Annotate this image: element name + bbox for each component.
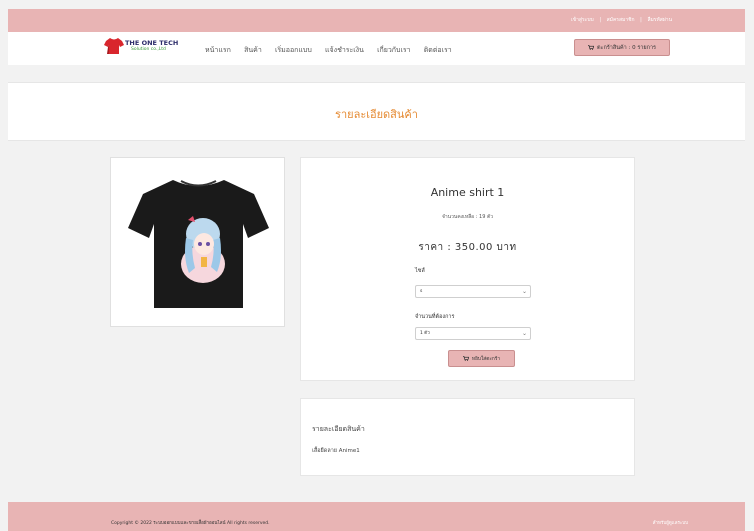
cart-label: ตะกร้าสินค้า : 0 รายการ <box>596 44 657 51</box>
size-select-value: s <box>420 289 423 294</box>
main-menu: หน้าแรก สินค้า เริ่มออกแบบ แจ้งชำระเงิน … <box>205 45 463 56</box>
description-title: รายละเอียดสินค้า <box>312 425 365 433</box>
size-select[interactable]: s ⌄ <box>415 285 531 298</box>
product-name: Anime shirt 1 <box>430 186 505 199</box>
quantity-select[interactable]: 1 ตัว ⌄ <box>415 327 531 340</box>
logo-title: THE ONE TECH <box>125 39 179 47</box>
register-link[interactable]: สมัครสมาชิก <box>607 17 635 23</box>
tshirt-image <box>128 180 269 308</box>
shirt-logo-icon <box>104 38 124 54</box>
add-to-cart-button[interactable]: หยิบใส่ตะกร้า <box>448 350 515 367</box>
page-banner: รายละเอียดสินค้า <box>8 82 745 141</box>
cart-button[interactable]: ตะกร้าสินค้า : 0 รายการ <box>574 39 670 56</box>
menu-item-products[interactable]: สินค้า <box>244 46 262 54</box>
logo-subtitle: Solution co.,Ltd <box>131 47 166 52</box>
shopping-cart-icon <box>587 45 594 50</box>
site-logo[interactable]: THE ONE TECH Solution co.,Ltd <box>104 37 178 57</box>
quantity-label: จำนวนที่ต้องการ <box>415 314 455 320</box>
link-separator: | <box>599 17 601 23</box>
copyright-text: Copyright © 2022 ระบบออกแบบและขายเสื้อผ้… <box>111 521 270 526</box>
link-separator: | <box>640 17 642 23</box>
forgot-password-link[interactable]: ลืมรหัสผ่าน <box>647 17 672 23</box>
size-label: ไซส์ <box>415 268 425 274</box>
menu-item-home[interactable]: หน้าแรก <box>205 46 231 54</box>
page-title: รายละเอียดสินค้า <box>335 108 418 121</box>
chevron-down-icon: ⌄ <box>521 330 527 337</box>
site-footer: Copyright © 2022 ระบบออกแบบและขายเสื้อผ้… <box>8 502 745 531</box>
account-links: เข้าสู่ระบบ | สมัครสมาชิก | ลืมรหัสผ่าน <box>569 16 674 24</box>
description-text: เสื้อยืดลาย Anime1 <box>312 448 360 454</box>
menu-item-about[interactable]: เกี่ยวกับเรา <box>377 46 410 54</box>
product-description-card: รายละเอียดสินค้า เสื้อยืดลาย Anime1 <box>300 398 635 476</box>
chevron-down-icon: ⌄ <box>521 288 527 295</box>
login-link[interactable]: เข้าสู่ระบบ <box>571 17 594 23</box>
product-image <box>110 157 285 327</box>
product-stock: จำนวนคงเหลือ : 19 ตัว <box>441 214 494 220</box>
main-navbar: THE ONE TECH Solution co.,Ltd หน้าแรก สิ… <box>8 32 745 65</box>
menu-item-contact[interactable]: ติดต่อเรา <box>424 46 452 54</box>
quantity-select-value: 1 ตัว <box>420 331 430 336</box>
product-detail-card: Anime shirt 1 จำนวนคงเหลือ : 19 ตัว ราคา… <box>300 157 635 381</box>
shopping-cart-icon <box>462 356 469 361</box>
menu-item-design[interactable]: เริ่มออกแบบ <box>275 46 312 54</box>
top-utility-bar: เข้าสู่ระบบ | สมัครสมาชิก | ลืมรหัสผ่าน <box>8 9 745 32</box>
add-to-cart-label: หยิบใส่ตะกร้า <box>471 356 501 362</box>
admin-link[interactable]: สำหรับผู้ดูแลระบบ <box>653 519 688 526</box>
menu-item-payment[interactable]: แจ้งชำระเงิน <box>325 46 364 54</box>
product-price: ราคา : 350.00 บาท <box>418 242 517 253</box>
